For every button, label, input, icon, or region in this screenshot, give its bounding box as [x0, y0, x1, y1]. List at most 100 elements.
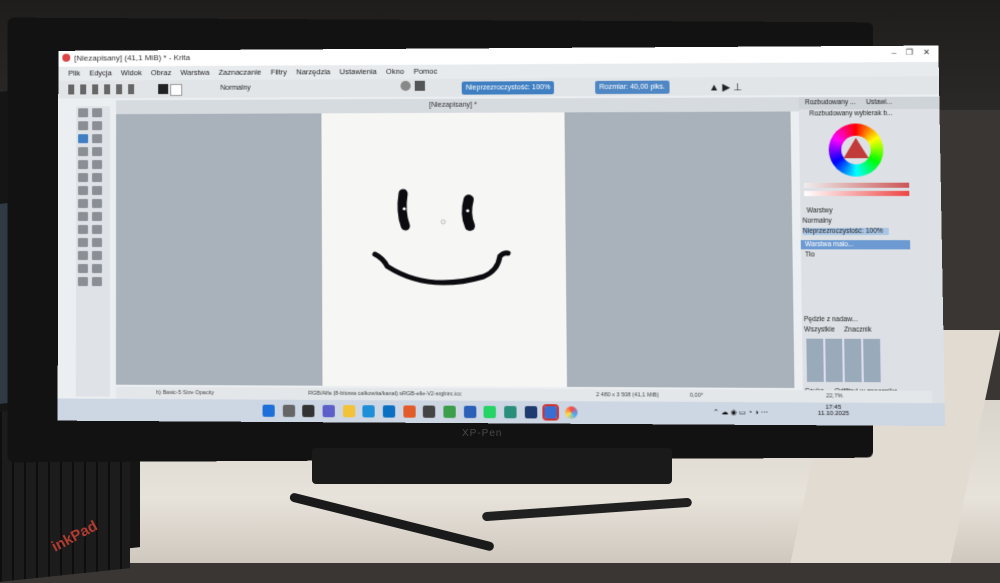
whatsapp-icon[interactable]: [483, 405, 497, 419]
menu-filter[interactable]: Filtry: [271, 65, 287, 79]
task-view-icon[interactable]: [302, 404, 315, 418]
blend-mode-select[interactable]: Normalny: [220, 80, 250, 98]
app-icon[interactable]: [423, 405, 436, 418]
opacity-slider[interactable]: Nieprzezroczystość: 100%: [461, 81, 555, 95]
teams-icon[interactable]: [322, 404, 335, 418]
rectangle-tool-icon[interactable]: [78, 147, 89, 157]
rect-select-icon[interactable]: [77, 264, 88, 274]
multibrush-icon[interactable]: [92, 186, 103, 196]
menu-layer[interactable]: Warstwa: [180, 66, 209, 80]
krita-taskbar-icon[interactable]: [565, 406, 578, 419]
polyline-tool-icon[interactable]: [92, 160, 103, 170]
left-eye-highlight: [402, 207, 406, 211]
status-zoom[interactable]: 22,7%: [826, 390, 843, 402]
gradient-tool-icon[interactable]: [92, 211, 103, 221]
crop-tool-icon[interactable]: [78, 212, 89, 222]
document-canvas[interactable]: [321, 112, 568, 387]
krita-screen: [Niezapisany] (41,1 MiB) * - Krita – ❐ ✕…: [57, 45, 946, 427]
zoom-tool-icon[interactable]: [77, 251, 88, 261]
menu-settings[interactable]: Ustawienia: [340, 65, 377, 79]
menu-edit[interactable]: Edycja: [89, 66, 111, 80]
edge-icon[interactable]: [362, 405, 376, 418]
firefox-icon[interactable]: [403, 405, 416, 418]
saturation-slider[interactable]: [804, 190, 910, 197]
store-icon[interactable]: [382, 405, 396, 418]
brush-presets-title: Pędzle z nadaw...: [803, 316, 858, 324]
restore-icon[interactable]: ❐: [906, 48, 914, 57]
chrome-icon[interactable]: [443, 405, 456, 418]
right-eye: [467, 200, 470, 226]
close-icon[interactable]: ✕: [923, 48, 930, 57]
system-tray-icons[interactable]: ⌃ ☁ ◉ ▭ ◔ ◑ ⋯: [713, 408, 768, 417]
app-icon-3[interactable]: [524, 406, 538, 419]
toolbar-icons[interactable]: [68, 84, 139, 95]
polygon-select-icon[interactable]: [77, 277, 88, 287]
toolbox: [75, 106, 111, 397]
menu-select[interactable]: Zaznaczanie: [219, 66, 262, 80]
line-tool-icon[interactable]: [92, 134, 103, 144]
pan-tool-icon[interactable]: [91, 251, 102, 261]
transform-tool-icon[interactable]: [78, 199, 89, 209]
brush-preset-grid[interactable]: [806, 338, 883, 383]
pen-display-stand: [312, 448, 672, 484]
brush-tool-icon[interactable]: [78, 134, 89, 144]
layers-opacity[interactable]: Nieprzezroczystość: 100%: [802, 227, 889, 235]
text-tool-icon[interactable]: [92, 108, 103, 118]
color-picker-icon[interactable]: [77, 224, 89, 234]
dynamic-brush-icon[interactable]: [78, 186, 89, 196]
menu-image[interactable]: Obraz: [151, 66, 171, 80]
clock: 17:45 11.10.2025: [818, 405, 849, 418]
panel-tab-advanced-color[interactable]: Rozbudowany ...: [799, 99, 856, 106]
menu-window[interactable]: Okno: [386, 65, 404, 79]
document-tab[interactable]: [Niezapisany] *: [429, 99, 477, 113]
color-slider[interactable]: [804, 182, 910, 188]
color-selector-title: Rozbudowany wybierak b...: [809, 110, 893, 118]
measure-tool-icon[interactable]: [91, 238, 103, 248]
eraser-icon[interactable]: [400, 80, 411, 91]
layer-row-paint[interactable]: Warstwa malo...: [800, 240, 911, 250]
layer-row-background[interactable]: Tło: [801, 250, 911, 259]
start-icon[interactable]: [262, 404, 275, 417]
preserve-alpha-icon[interactable]: [414, 80, 425, 91]
color-wheel[interactable]: [828, 123, 884, 177]
calligraphy-icon[interactable]: [92, 121, 103, 131]
size-slider[interactable]: Rozmiar: 40,00 piks.: [595, 80, 670, 95]
word-icon[interactable]: [463, 405, 477, 419]
minimize-icon[interactable]: –: [892, 48, 897, 57]
color-triangle[interactable]: [843, 137, 869, 159]
fill-tool-icon[interactable]: [91, 224, 103, 234]
assistant-tool-icon[interactable]: [77, 238, 88, 248]
ellipse-select-icon[interactable]: [91, 264, 102, 274]
tool-options-bar: Normalny Nieprzezroczystość: 100% Rozmia…: [58, 76, 940, 99]
status-brush: b) Basic-5 Size Opacity: [156, 389, 215, 397]
smiley-drawing: [321, 112, 567, 386]
select-shapes-icon[interactable]: [78, 108, 89, 118]
polygon-tool-icon[interactable]: [78, 160, 89, 170]
file-explorer-icon[interactable]: [342, 405, 355, 418]
menu-view[interactable]: Widok: [121, 66, 142, 80]
menu-file[interactable]: Plik: [68, 67, 80, 81]
menu-help[interactable]: Pomoc: [414, 65, 438, 79]
brush-cursor: [441, 220, 445, 224]
krita-logo-icon: [62, 53, 71, 62]
freehand-path-icon[interactable]: [92, 173, 103, 183]
foreground-color-swatch[interactable]: [158, 84, 169, 95]
panel-tab-settings[interactable]: Ustawi...: [858, 99, 892, 106]
menu-tools[interactable]: Narzędzia: [296, 65, 330, 79]
layers-title: Warstwy: [806, 207, 833, 215]
brush-tag[interactable]: Znacznik: [844, 326, 872, 333]
pen-tablet-icon[interactable]: [542, 404, 560, 421]
edit-shapes-icon[interactable]: [78, 121, 89, 131]
move-tool-icon[interactable]: [92, 198, 103, 209]
app-icon-2[interactable]: [504, 405, 517, 419]
brush-filter[interactable]: Wszystkie: [804, 326, 835, 333]
clock-date: 11.10.2025: [817, 410, 850, 418]
mirror-icon[interactable]: ▲ ▶ ⊥: [709, 79, 742, 97]
ellipse-tool-icon[interactable]: [92, 147, 103, 157]
layers-blend-mode[interactable]: Normalny: [802, 218, 831, 225]
background-color-swatch[interactable]: [170, 83, 183, 96]
bezier-tool-icon[interactable]: [78, 173, 89, 183]
freehand-select-icon[interactable]: [91, 277, 102, 287]
search-icon[interactable]: [282, 404, 295, 418]
status-rotation[interactable]: 0,00°: [690, 390, 704, 402]
